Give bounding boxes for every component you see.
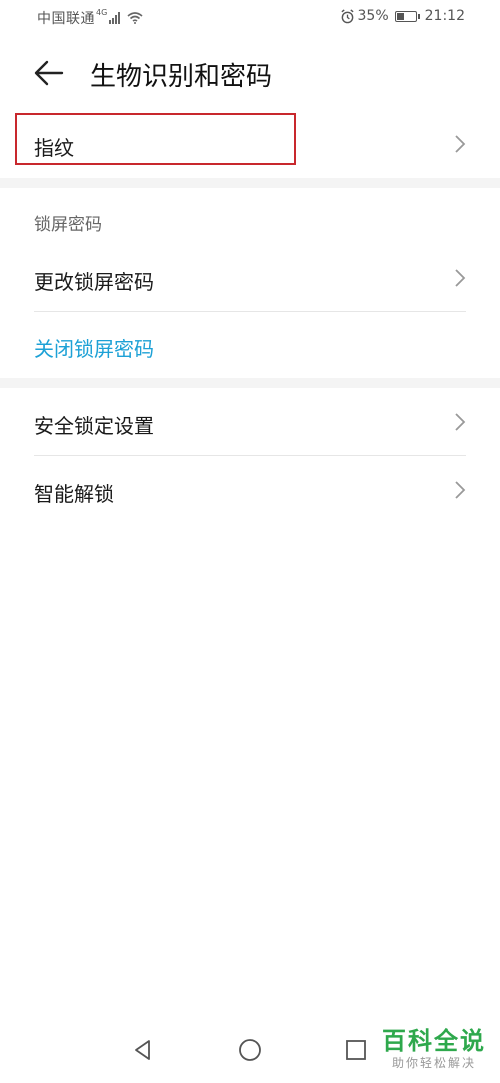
smart-unlock-label: 智能解锁 — [34, 482, 114, 506]
watermark-subtitle: 助你轻松解决 — [391, 1056, 476, 1070]
status-bar: 中国联通 4G 35% 21:12 — [0, 0, 500, 36]
back-arrow-icon[interactable] — [32, 58, 66, 88]
status-right: 35% 21:12 — [340, 8, 465, 24]
chevron-right-icon — [455, 269, 466, 287]
chevron-right-icon — [455, 413, 466, 431]
battery-percent: 35% — [357, 8, 389, 24]
header: 生物识别和密码 — [0, 48, 500, 100]
disable-lock-password-row[interactable]: 关闭锁屏密码 — [0, 312, 500, 378]
watermark: 百科全说 助你轻松解决 — [382, 1027, 486, 1071]
security-lock-settings-label: 安全锁定设置 — [34, 414, 154, 438]
nav-back-icon[interactable] — [130, 1037, 156, 1063]
change-lock-password-row[interactable]: 更改锁屏密码 — [0, 244, 500, 310]
smart-unlock-row[interactable]: 智能解锁 — [0, 456, 500, 523]
nav-home-icon[interactable] — [237, 1037, 263, 1063]
watermark-title: 百科全说 — [382, 1027, 486, 1055]
page-title: 生物识别和密码 — [90, 62, 273, 92]
battery-icon — [394, 10, 420, 22]
chevron-right-icon — [455, 481, 466, 499]
status-left: 中国联通 4G — [37, 8, 143, 28]
network-type: 4G — [96, 7, 108, 17]
signal-icon — [109, 12, 121, 24]
carrier-name: 中国联通 — [37, 11, 95, 27]
security-lock-settings-row[interactable]: 安全锁定设置 — [0, 388, 500, 455]
section-header-lock-password: 锁屏密码 — [34, 215, 102, 235]
disable-lock-password-label: 关闭锁屏密码 — [34, 337, 154, 361]
alarm-icon — [340, 8, 354, 23]
clock: 21:12 — [424, 8, 465, 24]
section-divider — [0, 178, 500, 188]
chevron-right-icon — [455, 135, 466, 153]
change-lock-password-label: 更改锁屏密码 — [34, 270, 154, 294]
wifi-icon — [127, 12, 143, 24]
nav-recents-icon[interactable] — [343, 1037, 369, 1063]
battery-fill — [396, 12, 404, 20]
section-divider — [0, 378, 500, 388]
highlight-box — [15, 113, 296, 165]
